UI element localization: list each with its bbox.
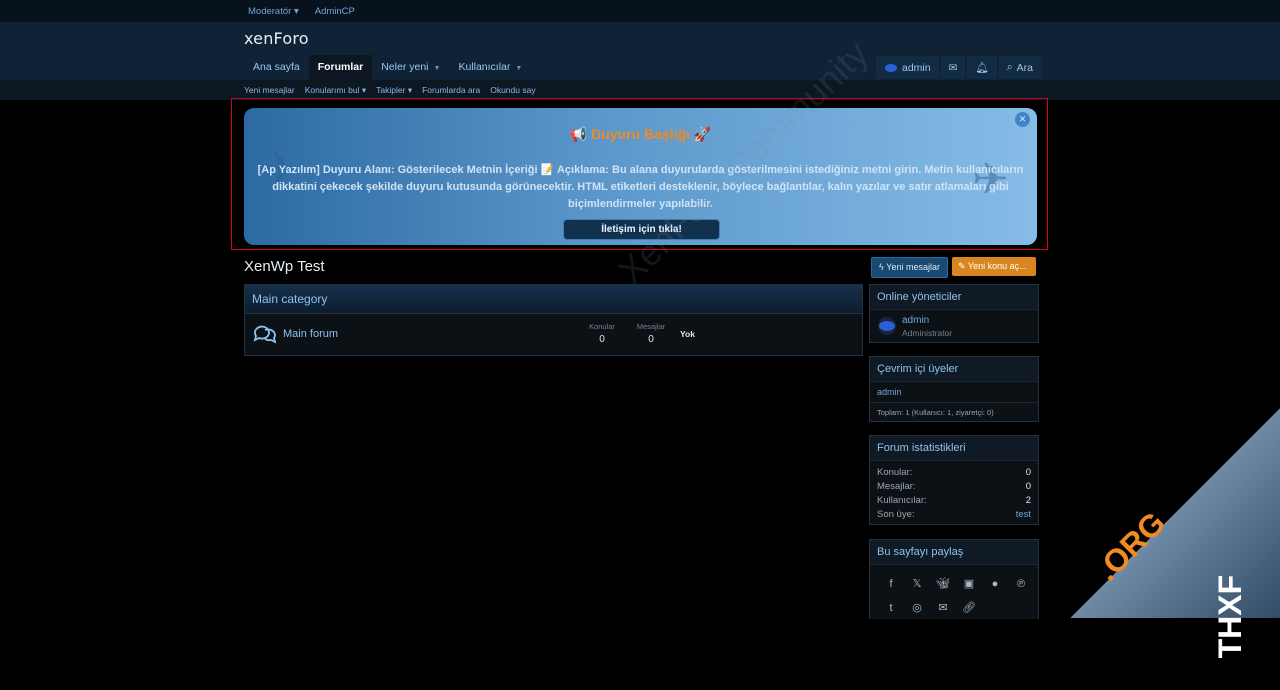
bolt-icon: ϟ [879,262,884,272]
corner-watermark: THXF .ORG [1070,408,1280,658]
search-icon: ⌕ [1006,61,1013,73]
threads-stat: Konular 0 [589,322,615,345]
latest-member-link[interactable]: test [1016,508,1031,522]
edit-icon: ✎ [958,261,966,271]
top-staff-bar: Moderatör ▾ AdminCP [0,0,1280,22]
page-title: XenWp Test [244,258,325,275]
widget-title: Forum istatistikleri [870,436,1038,461]
header: xenForo [0,22,1280,55]
online-total: Toplam: 1 (Kullanıcı: 1, ziyaretçi: 0) [877,408,994,417]
bell-icon: 🔔︎ [975,62,989,74]
tab-forums[interactable]: Forumlar [308,55,373,80]
facebook-icon[interactable]: f [883,576,899,592]
whatsapp-icon[interactable]: ◎ [909,600,925,616]
widget-title: Bu sayfayı paylaş [870,540,1038,565]
pinterest-icon[interactable]: ℗ [1013,576,1029,592]
envelope-icon: ✉ [948,61,958,74]
last-post: Yok [680,329,695,339]
link-icon[interactable]: 🔗︎ [961,600,977,616]
share-widget: Bu sayfayı paylaş f 𝕏 🦋︎ ▣ ● ℗ t ◎ ✉ 🔗︎ [869,539,1039,619]
sub-nav: Yeni mesajlar Konularımı bul ▾ Takipler … [0,80,1280,100]
tab-members[interactable]: Kullanıcılar ▼ [449,55,531,80]
account-button[interactable]: admin [876,56,939,79]
moderator-menu[interactable]: Moderatör ▾ [248,6,299,17]
forum-node: Main forum Konular 0 Mesajlar 0 Yok [245,314,862,355]
online-members-widget: Çevrim içi üyeler admin Toplam: 1 (Kulla… [869,356,1039,422]
avatar[interactable] [877,316,897,336]
category-title[interactable]: Main category [245,285,862,314]
widget-title: Çevrim içi üyeler [870,357,1038,382]
stat-row: Son üye: test [877,508,1031,522]
x-icon[interactable]: 𝕏 [909,576,925,592]
subnav-find-threads[interactable]: Konularımı bul ▾ [305,85,366,96]
subnav-watched[interactable]: Takipler ▾ [376,85,412,96]
forum-chat-icon [253,325,277,344]
online-staff-widget: Online yöneticiler admin Administrator [869,284,1039,343]
messages-stat: Mesajlar 0 [636,322,666,345]
close-icon[interactable]: ✕ [1015,112,1030,127]
tumblr-icon[interactable]: t [883,600,899,616]
widget-title: Online yöneticiler [870,285,1038,310]
staff-role: Administrator [902,328,953,338]
chevron-down-icon[interactable]: ▼ [434,65,441,72]
inbox-button[interactable]: ✉ [940,56,966,79]
tab-home[interactable]: Ana sayfa [244,55,309,80]
stat-row: Mesajlar: 0 [877,481,1031,492]
category-block: Main category Main forum Konular 0 Mesaj… [244,284,863,356]
subnav-search-forums[interactable]: Forumlarda ara [422,85,480,95]
subnav-new-posts[interactable]: Yeni mesajlar [244,85,295,95]
admincp-link[interactable]: AdminCP [315,6,355,17]
avatar-icon [885,63,897,72]
stat-row: Kullanıcılar: 2 [877,495,1031,506]
announcement-title: 📢 Duyuru Başlığı 🚀 [569,126,712,142]
reddit-icon[interactable]: ● [987,576,1003,592]
tab-whats-new[interactable]: Neler yeni ▼ [372,55,449,80]
bluesky-icon[interactable]: 🦋︎ [935,576,951,592]
subnav-mark-read[interactable]: Okundu say [490,85,535,95]
online-user[interactable]: admin [870,382,1038,403]
main-nav: Ana sayfa Forumlar Neler yeni ▼ Kullanıcı… [0,55,1280,80]
search-button[interactable]: ⌕ Ara [998,56,1041,79]
stat-row: Konular: 0 [877,467,1031,478]
new-posts-button[interactable]: ϟ Yeni mesajlar [871,257,948,278]
forum-stats-widget: Forum istatistikleri Konular: 0 Mesajlar:… [869,435,1039,525]
site-logo[interactable]: xenForo [244,29,309,49]
linkedin-icon[interactable]: ▣ [961,576,977,592]
staff-name[interactable]: admin [902,315,929,326]
email-icon[interactable]: ✉ [935,600,951,616]
announcement-box: ✈ ✈ ✕ 📢 Duyuru Başlığı 🚀 [Ap Yazılım] Du… [244,108,1037,245]
new-thread-button[interactable]: ✎ Yeni konu aç... [952,257,1036,276]
chevron-down-icon[interactable]: ▼ [515,65,522,72]
announcement-text: [Ap Yazılım] Duyuru Alanı: Gösterilecek … [257,164,1024,210]
forum-title[interactable]: Main forum [283,328,338,340]
alerts-button[interactable]: 🔔︎ [967,56,997,79]
